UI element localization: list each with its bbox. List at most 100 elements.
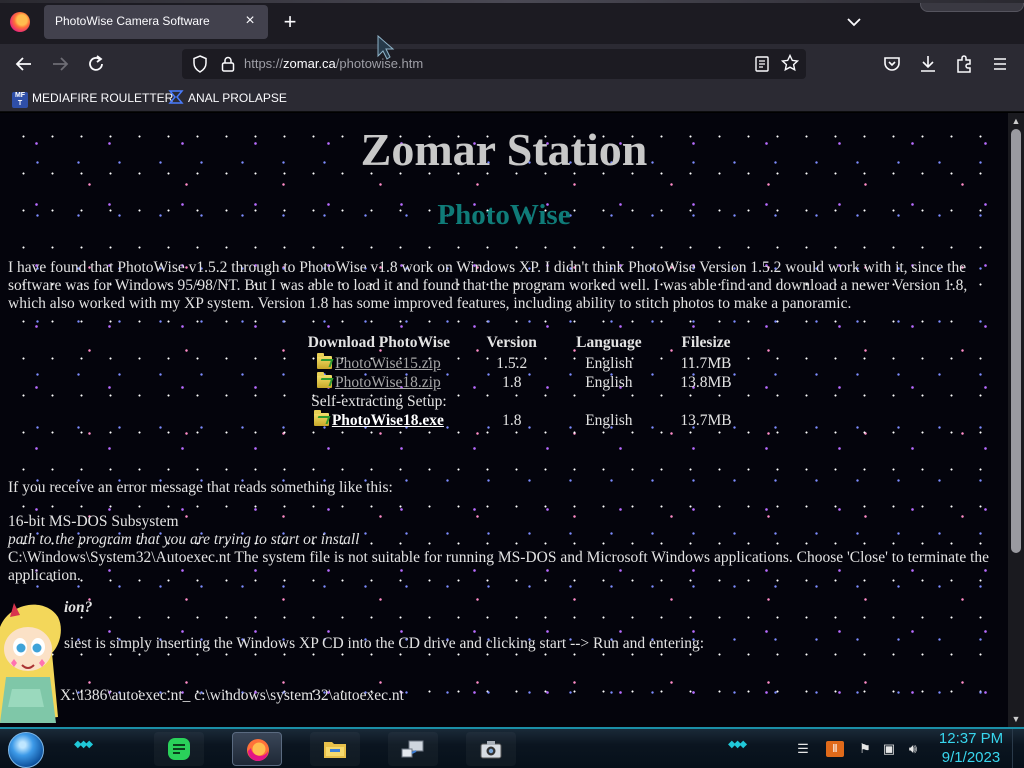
bookmarks-toolbar: MF T MEDIAFIRE ROULETTER ANAL PROLAPSE xyxy=(0,84,1024,112)
table-row: PhotoWise18.zip 1.8 English 13.8MB xyxy=(292,371,752,392)
chevron-down-icon xyxy=(847,18,861,27)
error-path: path to the program that you are trying … xyxy=(8,531,360,548)
address-bar[interactable]: https://zomar.ca/photowise.htm xyxy=(182,49,806,79)
bookmark-star-icon[interactable] xyxy=(780,53,800,73)
system-clock[interactable]: 12:37 PM 9/1/2023 xyxy=(934,729,1008,767)
download-link-photowise18-exe[interactable]: PhotoWise18.exe xyxy=(332,412,444,429)
download-cell: PhotoWise18.zip xyxy=(292,371,466,392)
question-heading: ion? xyxy=(64,599,93,616)
taskbar-app-network[interactable] xyxy=(388,732,438,766)
version-cell: 1.8 xyxy=(502,411,522,429)
filesize-cell: 13.8MB xyxy=(680,373,732,391)
taskbar-decoration: ◆◆◆ xyxy=(74,739,93,750)
window-decoration xyxy=(920,0,1024,12)
bookmark-site-icon xyxy=(168,89,184,105)
version-cell: 1.5.2 xyxy=(496,354,528,372)
bookmark-label: ANAL PROLAPSE xyxy=(188,91,287,105)
table-row: PhotoWise18.exe 1.8 English 13.7MB xyxy=(292,409,752,430)
tab-photowise[interactable]: PhotoWise Camera Software × xyxy=(44,5,268,39)
notes-app-icon xyxy=(168,738,190,760)
table-header-row: Download PhotoWise Version Language File… xyxy=(292,332,752,354)
mouse-cursor-icon xyxy=(377,34,395,60)
download-icon xyxy=(921,56,935,72)
intro-paragraph: I have found that PhotoWise v1.5.2 throu… xyxy=(8,259,968,312)
download-link-photowise18-zip[interactable]: PhotoWise18.zip xyxy=(335,374,441,391)
product-title: PhotoWise xyxy=(437,199,571,231)
taskbar-app-explorer[interactable] xyxy=(310,732,360,766)
action-center-flag-icon[interactable]: ⚑ xyxy=(856,741,874,757)
bookmark-mediafire[interactable]: MF T MEDIAFIRE ROULETTER xyxy=(12,89,174,108)
language-cell: English xyxy=(585,411,633,429)
download-link-photowise15[interactable]: PhotoWise15.zip xyxy=(335,355,441,372)
forward-button[interactable] xyxy=(48,52,72,76)
scroll-up-arrow-icon[interactable]: ▲ xyxy=(1008,115,1024,127)
scrollbar-thumb[interactable] xyxy=(1011,129,1021,553)
puzzle-icon xyxy=(957,55,971,73)
download-cell: PhotoWise15.zip xyxy=(292,352,466,373)
tray-overflow-icon[interactable]: ☰ xyxy=(794,741,812,757)
taskbar: ◆◆◆ ◆◆◆ ☰ Ⅱ ⚑ ▣ 🔊︎ 12:37 PM 9/1/2023 xyxy=(0,727,1024,768)
reload-icon xyxy=(89,55,103,71)
shield-icon[interactable] xyxy=(190,54,210,74)
list-tabs-button[interactable] xyxy=(842,10,866,34)
vertical-scrollbar[interactable]: ▲ ▼ xyxy=(1008,113,1024,727)
camera-app-icon xyxy=(480,741,502,759)
pocket-button[interactable] xyxy=(880,52,904,76)
pocket-icon xyxy=(884,57,900,71)
navigation-toolbar: https://zomar.ca/photowise.htm xyxy=(0,44,1024,84)
show-desktop-button[interactable] xyxy=(1012,729,1024,768)
language-cell: English xyxy=(585,373,633,391)
column-header: Download PhotoWise xyxy=(307,334,450,351)
tab-bar: PhotoWise Camera Software × + xyxy=(0,0,1024,44)
setup-folder-icon xyxy=(313,409,329,426)
tab-close-icon[interactable]: × xyxy=(240,11,260,31)
filesize-cell: 13.7MB xyxy=(680,411,732,429)
tab-title: PhotoWise Camera Software xyxy=(55,14,210,28)
tray-app-icon[interactable]: Ⅱ xyxy=(826,741,844,757)
column-header: Language xyxy=(576,334,642,351)
reader-view-icon[interactable] xyxy=(752,54,772,74)
url-host: zomar.ca xyxy=(283,56,336,71)
volume-icon[interactable]: 🔊︎ xyxy=(904,741,922,757)
firefox-icon xyxy=(247,739,269,761)
file-explorer-icon xyxy=(324,742,346,758)
network-app-icon xyxy=(401,740,424,758)
cd-instructions: siest is simply inserting the Windows XP… xyxy=(64,635,705,652)
lock-icon[interactable] xyxy=(218,54,238,74)
section-label: Self-extracting Setup: xyxy=(311,392,447,410)
zip-folder-icon xyxy=(317,371,333,388)
zip-folder-icon xyxy=(317,352,333,369)
taskbar-app-notes[interactable] xyxy=(154,732,204,766)
extensions-button[interactable] xyxy=(952,52,976,76)
url-scheme: https:// xyxy=(244,56,284,71)
filesize-cell: 11.7MB xyxy=(680,354,732,372)
character-sticker-image xyxy=(0,603,61,723)
column-header: Filesize xyxy=(681,334,731,351)
taskbar-decoration: ◆◆◆ xyxy=(728,739,747,750)
firefox-logo-icon[interactable] xyxy=(10,12,30,32)
new-tab-button[interactable]: + xyxy=(278,10,302,34)
table-row: Self-extracting Setup: xyxy=(292,392,752,411)
taskbar-app-camera[interactable] xyxy=(466,732,516,766)
bookmark-label: MEDIAFIRE ROULETTER xyxy=(32,91,174,105)
start-button[interactable] xyxy=(8,732,44,768)
bookmark-site[interactable]: ANAL PROLAPSE xyxy=(168,89,287,107)
download-cell: PhotoWise18.exe xyxy=(292,409,466,430)
error-title: 16-bit MS-DOS Subsystem xyxy=(8,513,179,530)
clock-time: 12:37 PM xyxy=(938,730,1004,747)
scroll-down-arrow-icon[interactable]: ▼ xyxy=(1008,713,1024,725)
reload-button[interactable] xyxy=(84,52,108,76)
clock-date: 9/1/2023 xyxy=(941,749,1001,766)
network-status-icon[interactable]: ▣ xyxy=(880,741,898,757)
taskbar-app-firefox[interactable] xyxy=(232,732,282,766)
site-title: Zomar Station xyxy=(360,124,648,175)
mediafire-icon: MF T xyxy=(12,92,28,108)
column-header: Version xyxy=(486,334,537,351)
error-message: C:\Windows\System32\Autoexec.nt The syst… xyxy=(8,549,990,584)
menu-button[interactable] xyxy=(988,52,1012,76)
table-row: PhotoWise15.zip 1.5.2 English 11.7MB xyxy=(292,352,752,373)
hamburger-menu-icon xyxy=(994,58,1006,70)
error-message-block: 16-bit MS-DOS Subsystem path to the prog… xyxy=(8,513,1000,585)
downloads-button[interactable] xyxy=(916,52,940,76)
back-button[interactable] xyxy=(12,52,36,76)
